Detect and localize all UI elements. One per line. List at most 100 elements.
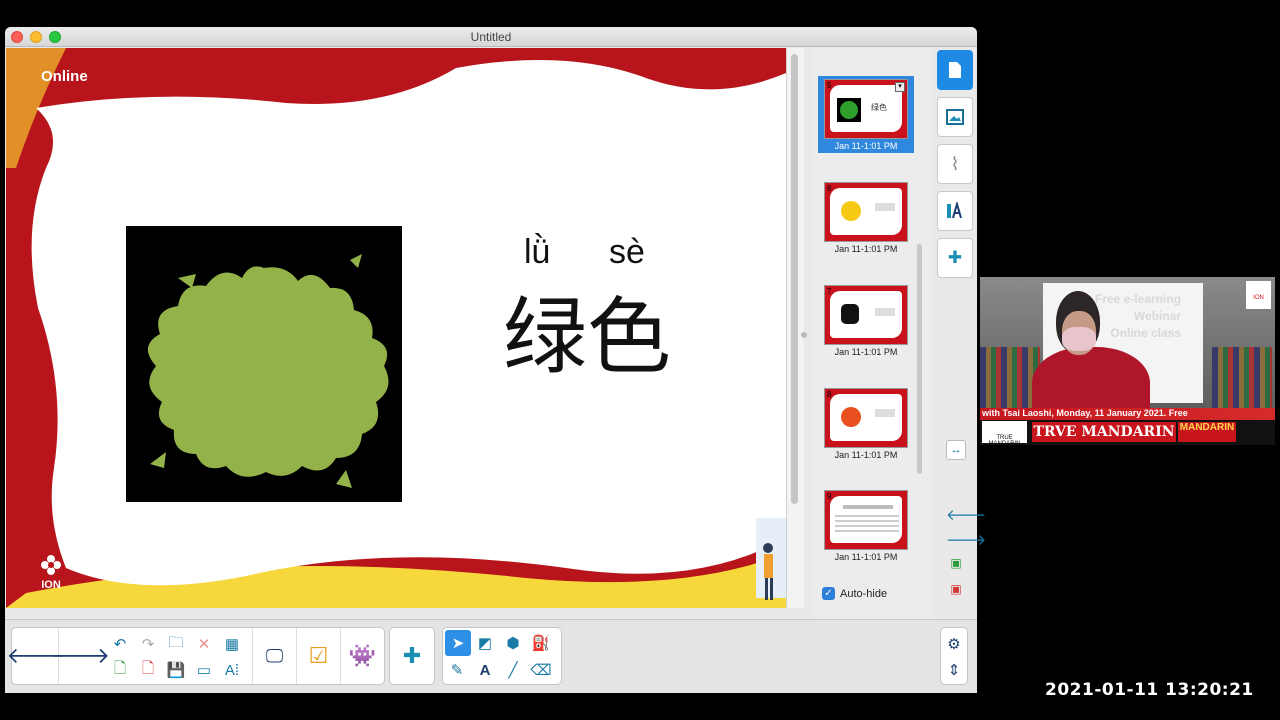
thumbnail-menu-button[interactable]: ▾ bbox=[895, 82, 905, 92]
save-icon: 💾 bbox=[166, 662, 186, 679]
monster-icon: 👾 bbox=[348, 643, 377, 668]
polygon-tool-button[interactable]: ⬢ bbox=[501, 631, 525, 655]
properties-tab[interactable] bbox=[937, 191, 973, 231]
display-settings-button[interactable]: 🖵 bbox=[252, 628, 296, 684]
delete-page-icon: 🗋 bbox=[141, 659, 155, 677]
thumb-text bbox=[875, 409, 895, 417]
properties-icon bbox=[947, 202, 962, 219]
page-thumbnail-5[interactable]: 5 绿色 ▾ Jan 11-1:01 PM bbox=[818, 76, 914, 153]
shapes-tool-button[interactable]: ◩ bbox=[473, 631, 497, 655]
polygon-icon: ⬢ bbox=[506, 635, 520, 652]
page-thumbnail-6[interactable]: 6 Jan 11-1:01 PM bbox=[818, 182, 914, 254]
thumb-text bbox=[875, 203, 895, 211]
pens-tool-button[interactable]: ✎ bbox=[445, 658, 469, 682]
thumbnail-number: 6 bbox=[827, 184, 832, 193]
folder-open-icon: 🗀 bbox=[168, 633, 184, 651]
addons-button[interactable]: ✚ bbox=[390, 628, 434, 684]
ions-watermark: ION bbox=[1246, 281, 1271, 309]
thumbnail-preview: 9 bbox=[824, 490, 908, 550]
thumbnail-scrollbar[interactable] bbox=[917, 244, 922, 474]
swap-arrows-icon: ↔ bbox=[950, 444, 962, 456]
page-thumbnail-8[interactable]: 8 Jan 11-1:01 PM bbox=[818, 388, 914, 460]
next-page-side-button[interactable]: 🡒 bbox=[946, 530, 986, 550]
add-page-button[interactable]: 🗋 bbox=[108, 658, 132, 682]
thumbnail-preview: 5 绿色 ▾ bbox=[824, 79, 908, 139]
panel-resize-handle[interactable] bbox=[801, 332, 807, 338]
line-tool-button[interactable]: ╱ bbox=[501, 658, 525, 682]
page-sorter-tab[interactable] bbox=[937, 50, 973, 90]
delete-page-side-button[interactable]: ▣ bbox=[946, 582, 966, 602]
page-thumbnail-7[interactable]: 7 Jan 11-1:01 PM bbox=[818, 285, 914, 357]
thumbnail-preview: 7 bbox=[824, 285, 908, 345]
puzzle-icon: ✚ bbox=[402, 643, 422, 668]
settings-group: ⚙ ⇕ bbox=[940, 627, 968, 685]
thumbnail-number: 7 bbox=[827, 287, 832, 296]
text-tool-button[interactable]: A bbox=[473, 658, 497, 682]
table-icon: ▦ bbox=[224, 636, 240, 653]
splash-shape bbox=[147, 254, 389, 488]
panel-swap-button[interactable]: ↔ bbox=[946, 440, 966, 460]
response-button[interactable]: 👾 bbox=[340, 628, 384, 684]
eraser-tool-button[interactable]: ⌫ bbox=[529, 658, 553, 682]
delete-x-icon: ✕ bbox=[197, 636, 211, 653]
brand-bar: TRUE MANDARIN TRVE MANDARIN MANDARIN bbox=[980, 420, 1275, 445]
delete-button[interactable]: ✕ bbox=[192, 632, 216, 656]
green-splash-image[interactable] bbox=[126, 226, 402, 502]
addons-tab[interactable]: ✚ bbox=[937, 238, 973, 278]
add-page-icon: ▣ bbox=[950, 556, 962, 570]
character-illustration bbox=[756, 518, 786, 600]
canvas-scrollbar[interactable] bbox=[786, 48, 804, 608]
add-page-side-button[interactable]: ▣ bbox=[946, 556, 966, 576]
undo-button[interactable]: ↶ bbox=[108, 632, 132, 656]
customize-button[interactable]: ⚙ bbox=[942, 632, 966, 656]
fill-tool-button[interactable]: ⛽ bbox=[529, 631, 553, 655]
addons-group: ✚ bbox=[389, 627, 435, 685]
ions-logo-text: ION bbox=[41, 579, 61, 591]
undo-icon: ↶ bbox=[113, 636, 127, 653]
thumb-content bbox=[841, 407, 861, 427]
thumb-text bbox=[875, 308, 895, 316]
save-button[interactable]: 💾 bbox=[164, 658, 188, 682]
activity-builder-button[interactable]: ☑ bbox=[296, 628, 340, 684]
redo-icon: ↷ bbox=[141, 636, 155, 653]
mandarin-badge: MANDARIN bbox=[1178, 422, 1236, 442]
cursor-icon: ➤ bbox=[451, 635, 465, 652]
screen-shade-button[interactable]: ▭ bbox=[192, 658, 216, 682]
text-format-button[interactable]: A⁞ bbox=[220, 658, 244, 682]
select-tool-button[interactable]: ➤ bbox=[445, 630, 471, 656]
auto-hide-option[interactable]: ✓ Auto-hide bbox=[822, 587, 887, 600]
thumbnail-date: Jan 11-1:01 PM bbox=[834, 347, 898, 357]
pens-icon: ✎ bbox=[450, 662, 464, 679]
title-bar: Untitled bbox=[5, 27, 977, 47]
attachments-tab[interactable]: ⌇ bbox=[937, 144, 973, 184]
canvas-scroll-thumb[interactable] bbox=[791, 54, 798, 504]
thumbnail-preview: 6 bbox=[824, 182, 908, 242]
news-ticker: with Tsai Laoshi, Monday, 11 January 202… bbox=[980, 408, 1275, 420]
thumbnail-number: 9 bbox=[827, 492, 832, 501]
thumb-content bbox=[841, 304, 859, 324]
auto-hide-label: Auto-hide bbox=[840, 587, 888, 600]
open-file-button[interactable]: 🗀 bbox=[164, 632, 188, 656]
page-sorter-icon bbox=[949, 62, 961, 78]
window-title: Untitled bbox=[470, 30, 512, 44]
line-icon: ╱ bbox=[508, 662, 518, 679]
chinese-characters: 绿色 bbox=[503, 288, 672, 386]
face-mask bbox=[1062, 327, 1096, 351]
redo-button[interactable]: ↷ bbox=[136, 632, 160, 656]
page-thumbnail-9[interactable]: 9 Jan 11-1:01 PM bbox=[818, 490, 914, 562]
shapes-icon: ◩ bbox=[477, 635, 493, 652]
attachments-icon: ⌇ bbox=[950, 153, 960, 174]
eraser-icon: ⌫ bbox=[530, 662, 552, 679]
move-toolbar-button[interactable]: ⇕ bbox=[942, 658, 966, 682]
auto-hide-checkbox[interactable]: ✓ bbox=[822, 587, 835, 600]
arrow-right-icon: 🡒 bbox=[946, 532, 987, 549]
insert-table-button[interactable]: ▦ bbox=[220, 632, 244, 656]
previous-page-side-button[interactable]: 🡐 bbox=[946, 505, 986, 525]
delete-page-icon: ▣ bbox=[950, 582, 962, 596]
next-page-button[interactable]: 🡒 bbox=[51, 628, 110, 684]
bookshelf-right bbox=[1212, 347, 1272, 417]
slide-canvas[interactable]: Online ION lǜ sè 绿色 bbox=[6, 48, 786, 608]
tools-group: ➤ ◩ ⬢ ⛽ ✎ A ╱ ⌫ bbox=[442, 627, 562, 685]
gallery-tab[interactable] bbox=[937, 97, 973, 137]
delete-page-button[interactable]: 🗋 bbox=[136, 658, 160, 682]
